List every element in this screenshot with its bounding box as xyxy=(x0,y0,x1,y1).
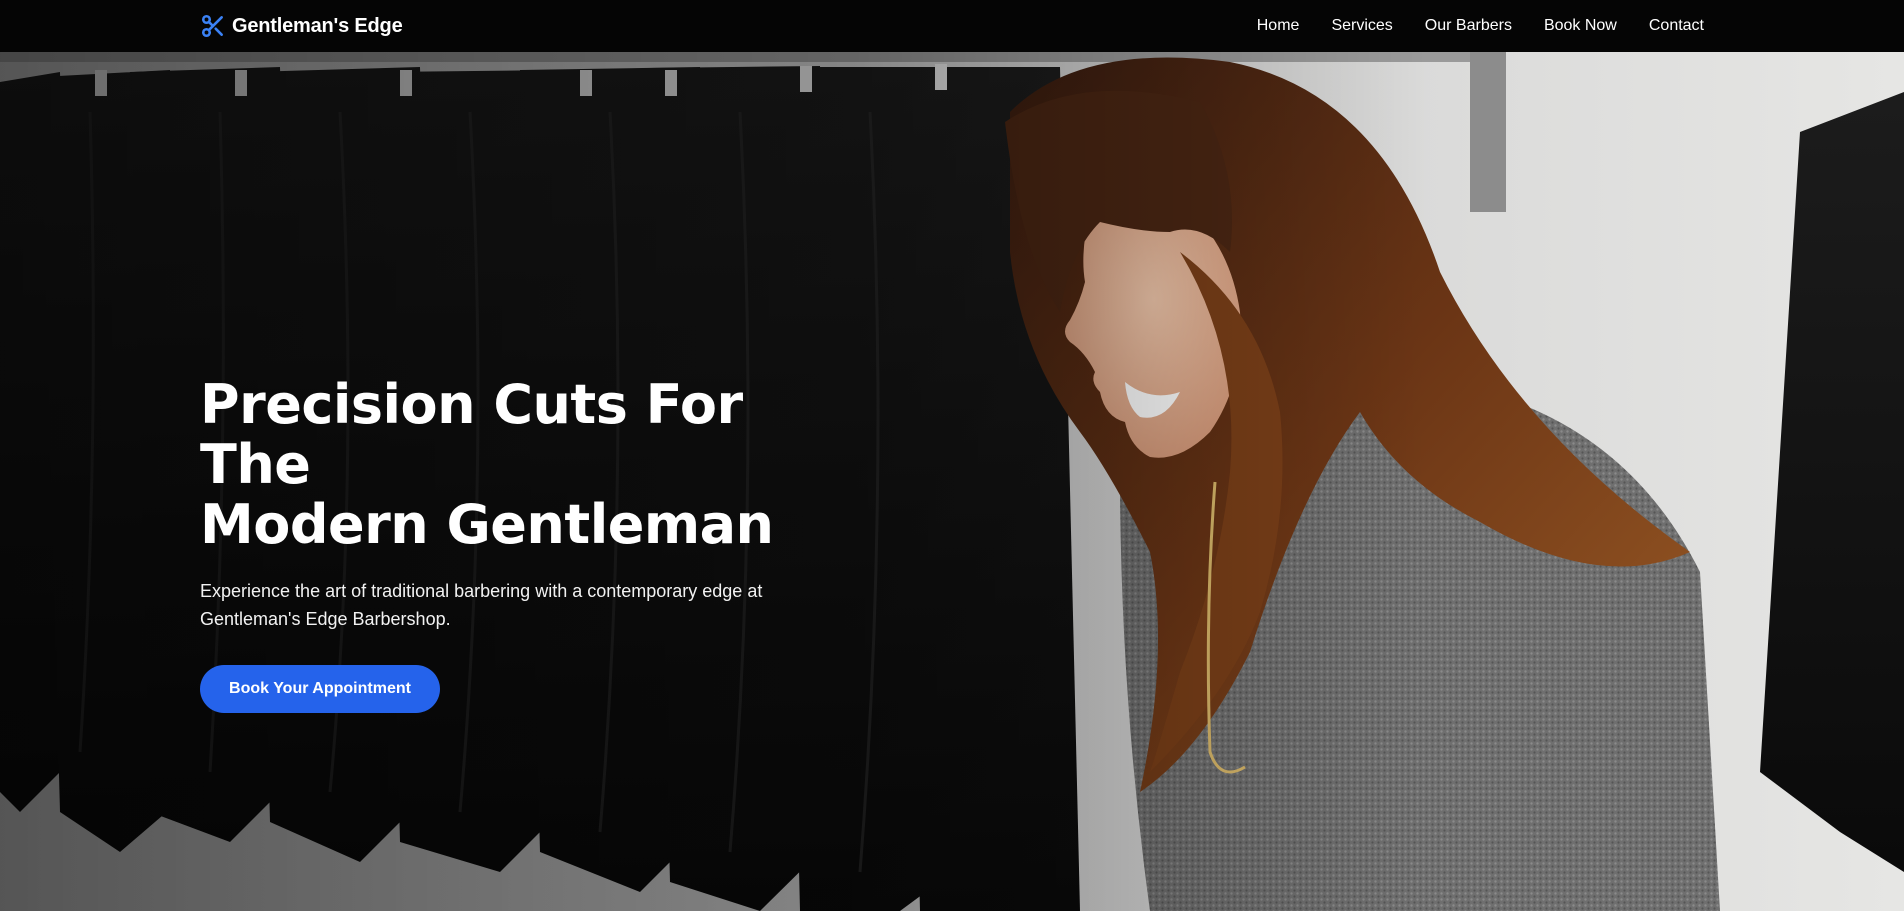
hero-title-line-2: Modern Gentleman xyxy=(200,493,774,556)
brand-name: Gentleman's Edge xyxy=(232,14,403,37)
hero-section: Precision Cuts For The Modern Gentleman … xyxy=(0,52,1904,911)
top-navbar: Gentleman's Edge Home Services Our Barbe… xyxy=(0,0,1904,52)
hero-subtitle: Experience the art of traditional barber… xyxy=(200,581,763,629)
nav-link-home[interactable]: Home xyxy=(1257,17,1300,35)
nav-link-contact[interactable]: Contact xyxy=(1649,17,1704,35)
nav-links: Home Services Our Barbers Book Now Conta… xyxy=(1257,17,1704,35)
hero-content: Precision Cuts For The Modern Gentleman … xyxy=(200,375,860,713)
nav-link-book-now[interactable]: Book Now xyxy=(1544,17,1617,35)
nav-link-services[interactable]: Services xyxy=(1331,17,1392,35)
hero-title-line-1: Precision Cuts For The xyxy=(200,373,743,496)
nav-link-our-barbers[interactable]: Our Barbers xyxy=(1425,17,1512,35)
brand-logo[interactable]: Gentleman's Edge xyxy=(200,13,403,39)
hero-title: Precision Cuts For The Modern Gentleman xyxy=(200,375,860,555)
book-appointment-button[interactable]: Book Your Appointment xyxy=(200,665,440,713)
scissors-icon xyxy=(200,13,226,39)
